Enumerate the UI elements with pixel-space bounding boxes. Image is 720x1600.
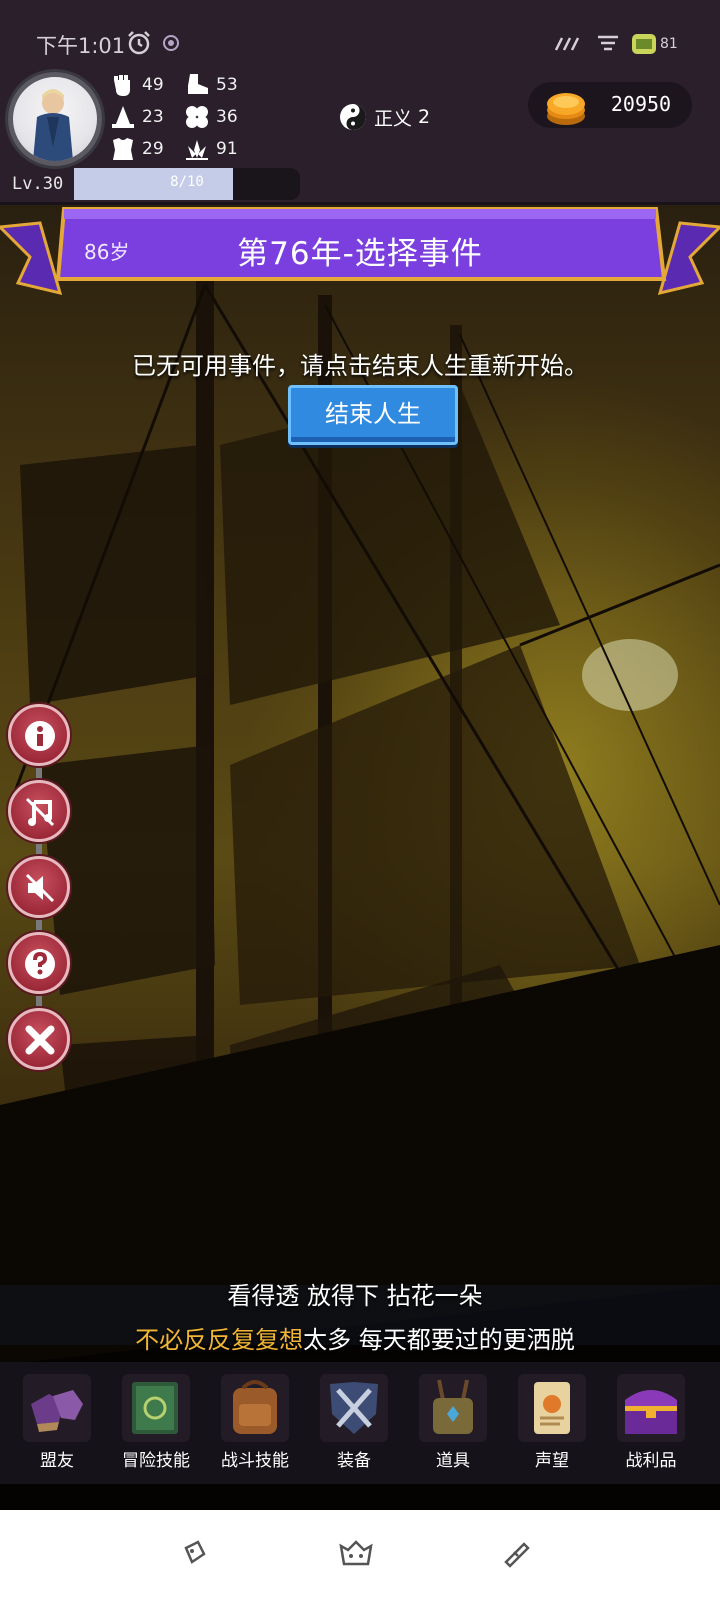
character-portrait-icon <box>33 89 73 161</box>
close-icon <box>25 1025 55 1055</box>
alignment-label: 正义 <box>374 107 413 130</box>
menu-adventure-skills[interactable]: 冒险技能 <box>113 1368 199 1478</box>
spellbook-icon <box>132 1382 178 1434</box>
status-time: 下午1:01 <box>36 34 126 58</box>
menu-loot[interactable]: 战利品 <box>608 1368 694 1478</box>
gold-coins-icon <box>547 93 585 125</box>
alignment-indicator: 正义 2 <box>338 102 430 132</box>
year-title: 第76年-选择事件 <box>237 236 483 272</box>
avatar[interactable] <box>8 72 102 166</box>
info-button[interactable] <box>8 704 70 766</box>
stat-luck: 36 <box>184 104 238 130</box>
signal-icon <box>554 37 580 51</box>
wifi-icon <box>598 35 618 51</box>
armor-icon <box>113 138 133 160</box>
clover-icon <box>186 106 208 128</box>
stat-agility: 53 <box>184 72 238 98</box>
stat-magic: 23 <box>110 104 164 130</box>
stat-spirit: 91 <box>184 136 238 162</box>
music-toggle-button[interactable] <box>8 780 70 842</box>
swirl-icon <box>163 35 179 51</box>
lotus-icon <box>186 140 208 160</box>
nav-recents-icon[interactable] <box>500 1538 530 1568</box>
menu-equipment[interactable]: 装备 <box>311 1368 397 1478</box>
satchel-icon <box>433 1379 473 1434</box>
lyric-line-2: 不必反反复复想太多 每天都要过的更洒脱 <box>0 1320 710 1355</box>
sound-off-icon <box>25 873 55 903</box>
gold-amount: 20950 <box>610 92 672 116</box>
xp-text: 8/10 <box>170 174 204 190</box>
wizard-hat-icon <box>112 106 134 128</box>
no-events-message: 已无可用事件，请点击结束人生重新开始。 <box>132 352 588 380</box>
backpack-icon <box>233 1380 277 1434</box>
stat-defense: 29 <box>110 136 164 162</box>
lyric-line-1: 看得透 放得下 拈花一朵 <box>227 1282 483 1310</box>
nav-home-icon[interactable] <box>338 1538 374 1568</box>
boot-icon <box>188 74 208 94</box>
status-bar: 下午1:01 81 <box>0 0 720 66</box>
gloves-icon <box>31 1390 83 1432</box>
chain-link <box>36 842 42 856</box>
menu-allies[interactable]: 盟友 <box>14 1368 100 1478</box>
yin-yang-icon <box>340 104 366 130</box>
nav-back-icon[interactable] <box>180 1538 210 1568</box>
menu-combat-skills[interactable]: 战斗技能 <box>212 1368 298 1478</box>
battery-icon <box>632 34 656 54</box>
alarm-icon <box>128 31 150 55</box>
treasure-chest-icon <box>625 1390 677 1434</box>
sound-toggle-button[interactable] <box>8 856 70 918</box>
player-header: 49 53 23 36 29 91 正义 2 20950 Lv.30 8/10 <box>0 66 720 205</box>
help-icon <box>25 949 55 979</box>
end-life-button[interactable]: 结束人生 <box>288 385 458 445</box>
menu-reputation[interactable]: 声望 <box>509 1368 595 1478</box>
help-button[interactable] <box>8 932 70 994</box>
chain-link <box>36 994 42 1008</box>
close-button[interactable] <box>8 1008 70 1070</box>
player-level: Lv.30 <box>12 174 64 194</box>
chain-link <box>36 766 42 780</box>
alignment-value: 2 <box>418 106 431 128</box>
fist-icon <box>114 75 130 96</box>
battery-level: 81 <box>660 36 678 52</box>
info-icon <box>25 721 55 751</box>
lyric-rest: 太多 每天都要过的更洒脱 <box>303 1326 575 1354</box>
scroll-icon <box>534 1382 570 1434</box>
lyric-highlight: 不必反反复复想 <box>135 1326 304 1354</box>
menu-items[interactable]: 道具 <box>410 1368 496 1478</box>
music-off-icon <box>25 797 55 827</box>
crossed-swords-icon <box>330 1382 378 1434</box>
stat-strength: 49 <box>110 72 164 98</box>
chain-link <box>36 918 42 932</box>
